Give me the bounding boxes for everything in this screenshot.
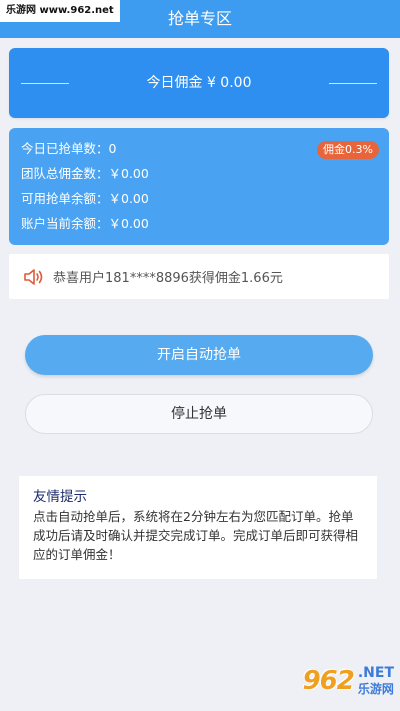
stat-available-balance: 可用抢单余额：￥0.00 [21,191,149,206]
stat-today-orders: 今日已抢单数：0 [21,141,117,156]
tips-panel: 友情提示 点击自动抢单后，系统将在2分钟左右为您匹配订单。抢单成功后请及时确认并… [19,476,377,579]
watermark-top: 乐游网 www.962.net [0,0,120,22]
watermark-top-text: 乐游网 www.962.net [6,5,114,16]
stat-team-commission: 团队总佣金数：￥0.00 [21,166,149,181]
watermark-net: .NET [357,665,394,681]
stat-account-balance: 账户当前余额：￥0.00 [21,216,149,231]
commission-card: 今日佣金 ¥ 0.00 [9,48,389,118]
divider-right [329,83,377,84]
watermark-logo: 962 .NET 乐游网 [262,659,394,703]
commission-rate-badge: 佣金0.3% [317,141,379,159]
stats-card: 今日已抢单数：0 团队总佣金数：￥0.00 可用抢单余额：￥0.00 账户当前余… [9,128,389,245]
stop-grab-button[interactable]: 停止抢单 [25,394,373,434]
tips-title: 友情提示 [33,489,87,505]
page-title: 抢单专区 [167,9,232,28]
notice-bar: 恭喜用户181****8896获得佣金1.66元 [9,254,389,299]
watermark-logo-number: 962 [302,666,355,696]
notice-text: 恭喜用户181****8896获得佣金1.66元 [53,271,283,286]
watermark-site: 乐游网 [357,682,394,696]
speaker-icon [23,268,45,286]
start-auto-grab-button[interactable]: 开启自动抢单 [25,335,373,375]
tips-body: 点击自动抢单后，系统将在2分钟左右为您匹配订单。抢单成功后请及时确认并提交完成订… [33,509,359,562]
